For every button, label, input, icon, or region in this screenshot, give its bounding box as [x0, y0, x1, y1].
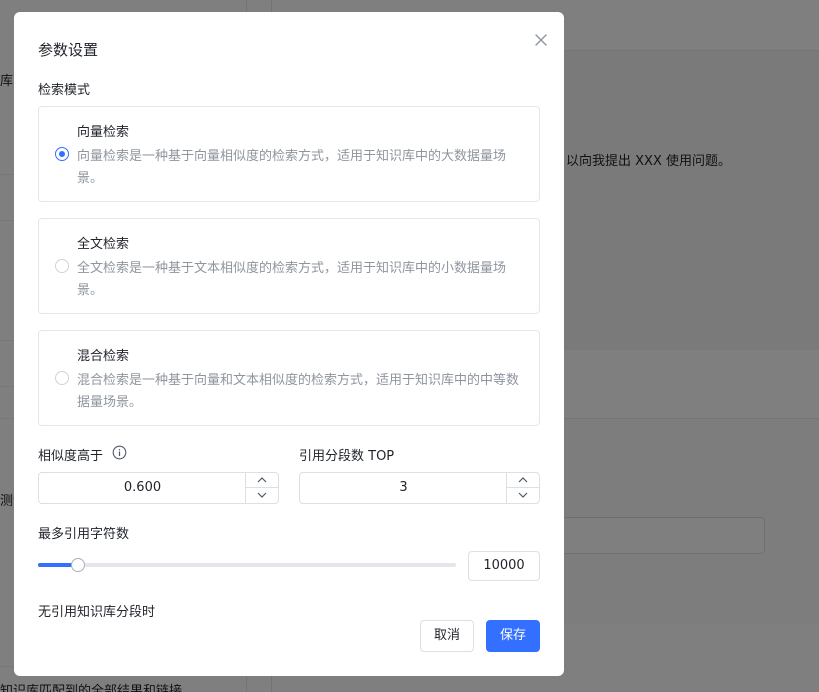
radio-button[interactable]	[55, 259, 69, 273]
max-chars-input[interactable]: 10000	[468, 551, 540, 581]
chevron-down-icon	[518, 492, 528, 498]
cancel-button[interactable]: 取消	[420, 620, 474, 652]
mode-option-hybrid[interactable]: 混合检索 混合检索是一种基于向量和文本相似度的检索方式，适用于知识库中的中等数据…	[38, 330, 540, 426]
mode-option-vector[interactable]: 向量检索 向量检索是一种基于向量相似度的检索方式，适用于知识库中的大数据量场景。	[38, 106, 540, 202]
chevron-up-icon	[257, 477, 267, 483]
max-chars-slider[interactable]	[38, 558, 456, 572]
chevron-down-icon	[257, 492, 267, 498]
chevron-up-icon	[518, 477, 528, 483]
radio-button[interactable]	[55, 371, 69, 385]
mode-option-fulltext[interactable]: 全文检索 全文检索是一种基于文本相似度的检索方式，适用于知识库中的小数据量场景。	[38, 218, 540, 314]
close-icon	[535, 34, 547, 46]
mode-title: 混合检索	[77, 349, 130, 364]
retrieval-mode-label: 检索模式	[38, 83, 91, 98]
top-input[interactable]: 3	[299, 472, 540, 504]
top-label: 引用分段数 TOP	[299, 449, 395, 464]
similarity-label: 相似度高于	[38, 449, 104, 464]
decrement-button[interactable]	[246, 488, 278, 503]
mode-description: 混合检索是一种基于向量和文本相似度的检索方式，适用于知识库中的中等数据量场景。	[77, 373, 520, 410]
increment-button[interactable]	[507, 473, 539, 488]
decrement-button[interactable]	[507, 488, 539, 503]
mode-description: 向量检索是一种基于向量相似度的检索方式，适用于知识库中的大数据量场景。	[77, 149, 507, 186]
similarity-stepper	[245, 473, 278, 503]
info-icon[interactable]	[112, 445, 127, 460]
slider-handle[interactable]	[70, 558, 85, 572]
no-reference-label: 无引用知识库分段时	[38, 605, 156, 620]
top-value[interactable]: 3	[300, 473, 507, 503]
top-stepper	[506, 473, 539, 503]
mode-description: 全文检索是一种基于文本相似度的检索方式，适用于知识库中的小数据量场景。	[77, 261, 507, 298]
similarity-input[interactable]: 0.600	[38, 472, 279, 504]
parameter-settings-dialog: 参数设置 检索模式 向量检索 向量检索是一种基于向量相似度的检索方式，适用于知识…	[14, 12, 564, 676]
radio-button[interactable]	[55, 147, 69, 161]
similarity-value[interactable]: 0.600	[39, 473, 246, 503]
save-button[interactable]: 保存	[486, 620, 540, 652]
increment-button[interactable]	[246, 473, 278, 488]
dialog-title: 参数设置	[38, 41, 99, 59]
max-chars-label: 最多引用字符数	[38, 527, 130, 542]
mode-title: 全文检索	[77, 237, 130, 252]
mode-title: 向量检索	[77, 125, 130, 140]
close-button[interactable]	[531, 30, 551, 50]
